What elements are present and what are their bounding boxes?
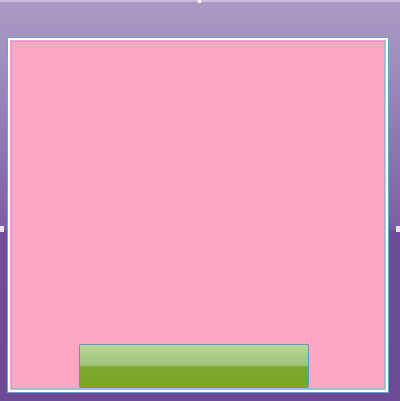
primary-action-button[interactable] [79,344,309,388]
content-panel [7,37,389,393]
window-resize-notch[interactable] [198,0,201,3]
panel-inner-border [11,41,385,389]
window-left-edge-marker [0,226,4,232]
window-frame [0,0,400,401]
window-right-edge-marker [396,226,400,232]
